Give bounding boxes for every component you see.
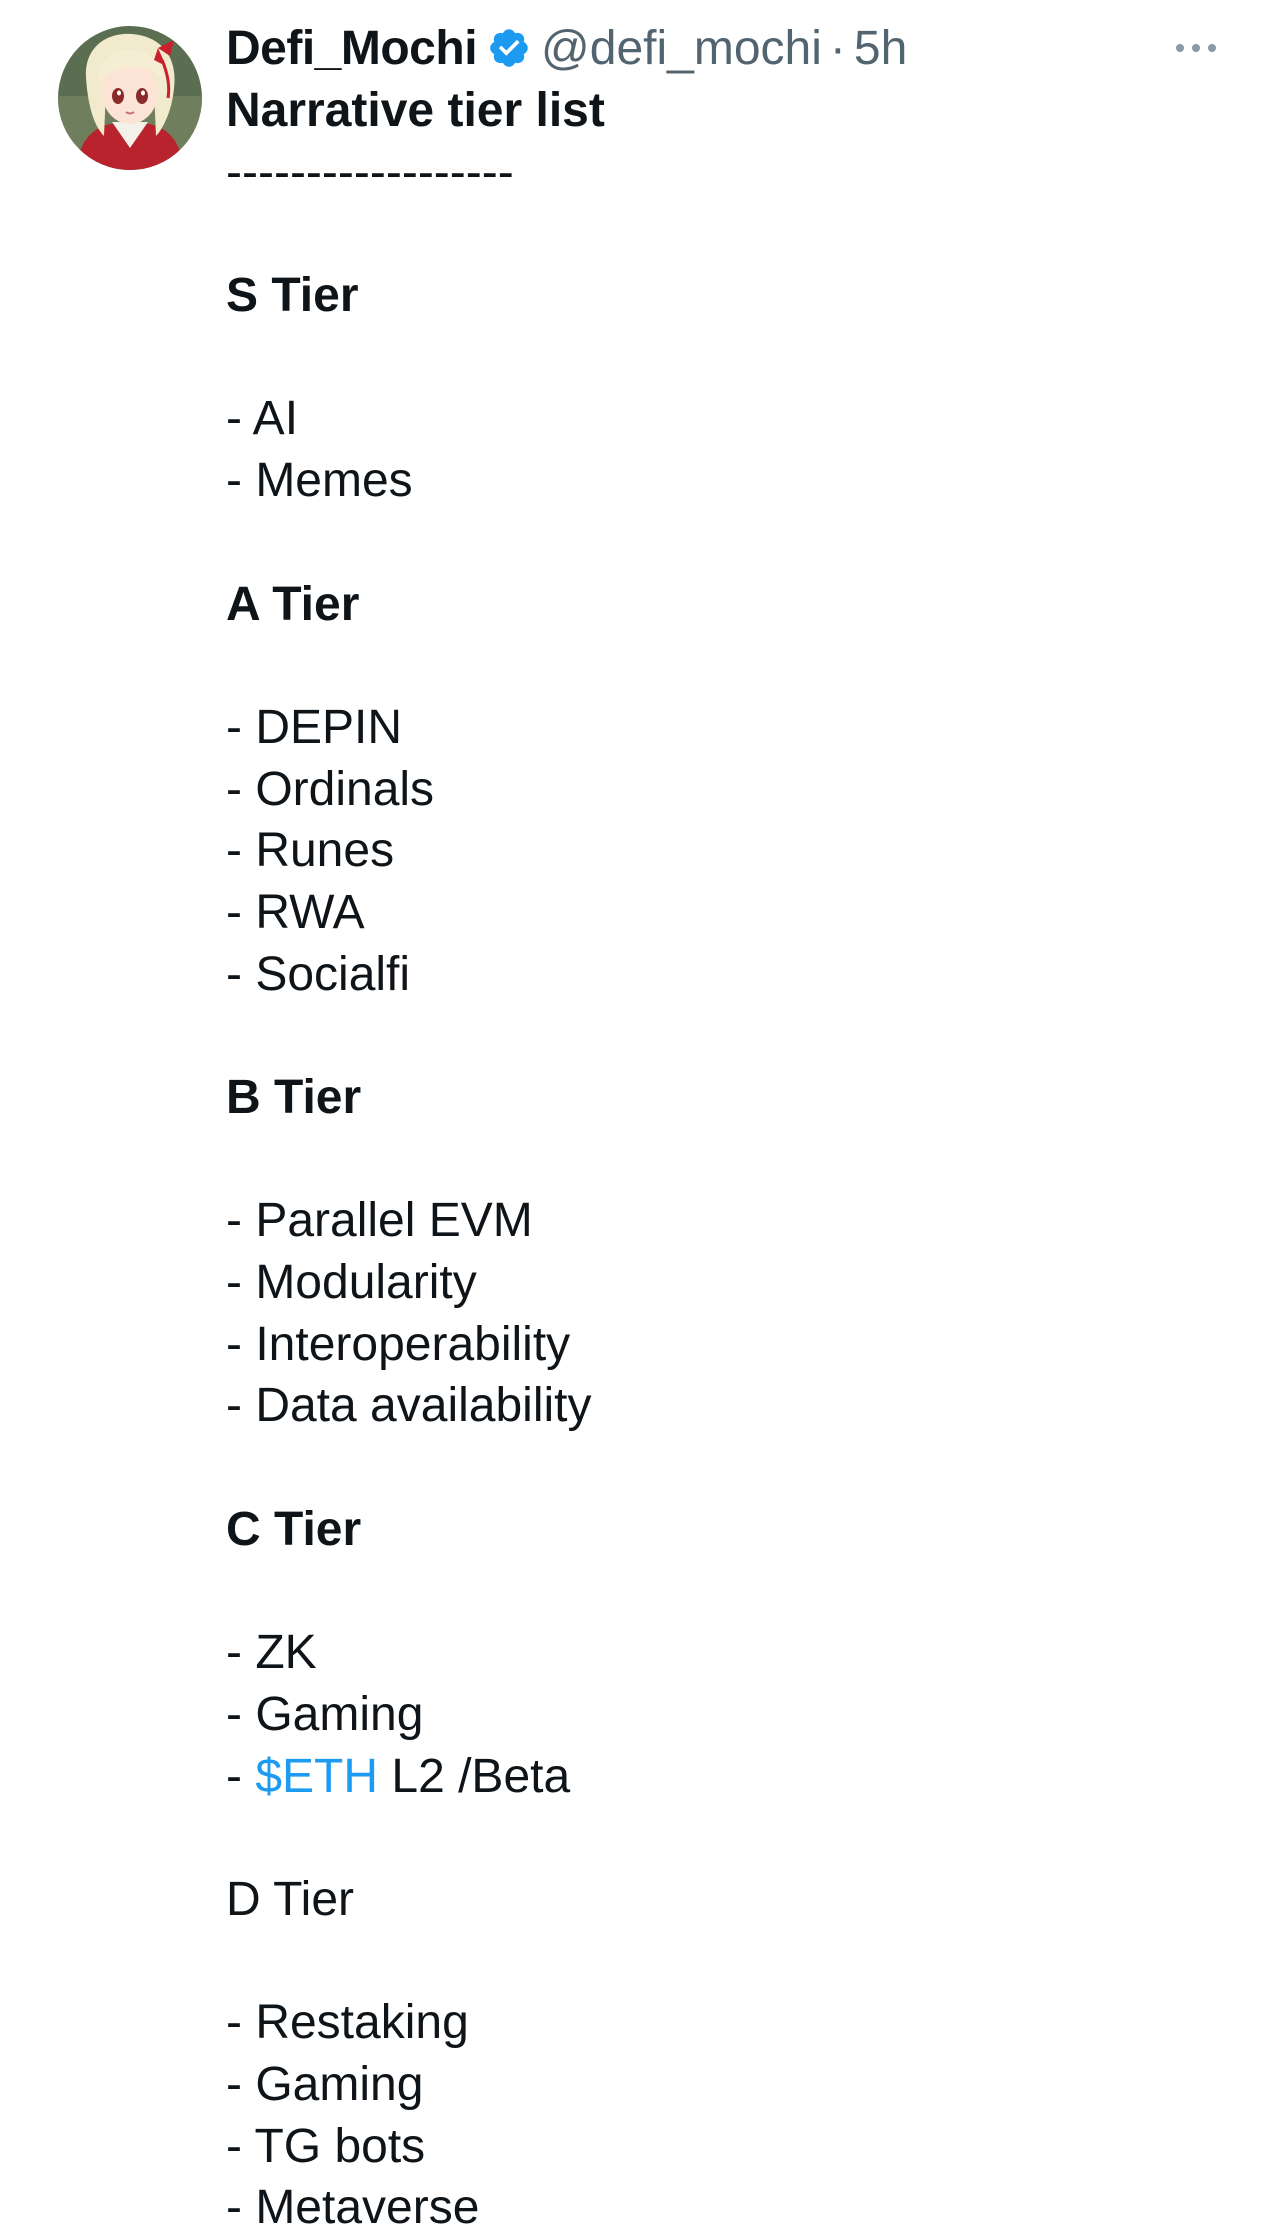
tier-item: - Memes — [226, 454, 413, 508]
tier-item-prefix: - — [226, 1749, 256, 1803]
tweet-text: Narrative tier list ------------------ S… — [226, 80, 1226, 2239]
tier-item: - Interoperability — [226, 1317, 571, 1371]
verified-badge-icon — [487, 26, 531, 70]
tier-heading-d: D Tier — [226, 1872, 355, 1926]
anime-avatar-icon — [58, 26, 202, 170]
tier-item: - ZK — [226, 1626, 317, 1680]
tweet-header: Defi_Mochi @defi_mochi · 5h — [226, 16, 907, 80]
tier-item: - Data availability — [226, 1379, 592, 1433]
tier-item: - Gaming — [226, 2058, 424, 2111]
tier-item-suffix: L2 /Beta — [378, 1749, 571, 1803]
tier-item: - Runes — [226, 824, 395, 878]
tier-heading-s: S Tier — [226, 269, 359, 323]
display-name[interactable]: Defi_Mochi — [226, 21, 478, 76]
tier-heading-a: A Tier — [226, 577, 360, 631]
timestamp[interactable]: 5h — [854, 21, 907, 76]
tier-item: - DEPIN — [226, 700, 403, 754]
tier-heading-b: B Tier — [226, 1071, 362, 1124]
tier-item: - TG bots — [226, 2119, 426, 2173]
header-separator: · — [829, 21, 846, 75]
avatar[interactable] — [58, 26, 202, 170]
tier-item: - Parallel EVM — [226, 1194, 533, 1248]
divider-line: ------------------ — [226, 145, 514, 199]
tier-item: - Metaverse — [226, 2181, 480, 2235]
tier-item: - AI — [226, 392, 299, 446]
tier-item: - Modularity — [226, 1256, 477, 1310]
cashtag-link[interactable]: $ETH — [255, 1750, 378, 1803]
tier-item: - Socialfi — [226, 947, 411, 1001]
tier-item: - Restaking — [226, 1996, 469, 2050]
tier-heading-c: C Tier — [226, 1502, 362, 1556]
author-handle[interactable]: @defi_mochi — [541, 21, 822, 76]
tweet[interactable]: Defi_Mochi @defi_mochi · 5h Narrative ti… — [0, 0, 1284, 2240]
tier-item: - Ordinals — [226, 762, 435, 816]
tier-item: - Gaming — [226, 1687, 424, 1741]
more-dots-icon[interactable] — [1172, 30, 1220, 66]
tweet-title: Narrative tier list — [226, 84, 605, 137]
tier-item: - RWA — [226, 885, 365, 939]
tier-item: - $ETH L2 /Beta — [226, 1746, 1226, 1808]
